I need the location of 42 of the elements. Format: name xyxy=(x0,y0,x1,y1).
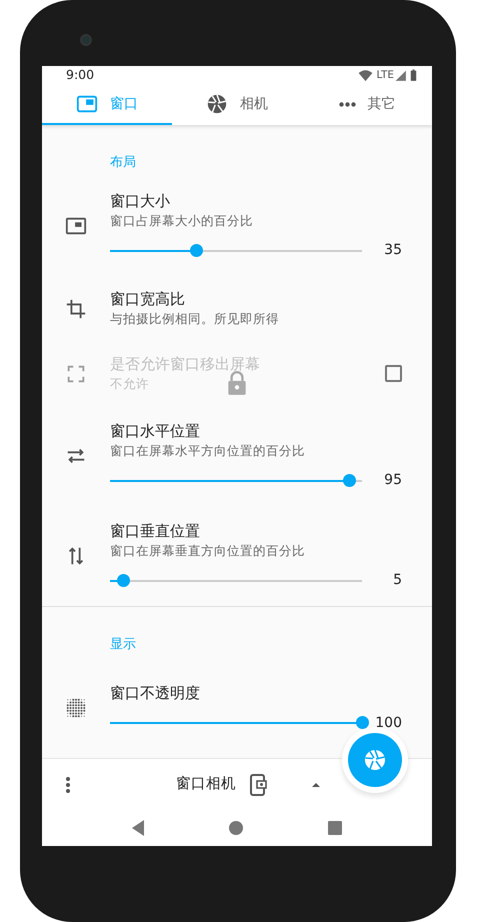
caret-up-icon[interactable] xyxy=(312,782,320,787)
slider-thumb[interactable] xyxy=(356,716,369,730)
slider-value: 95 xyxy=(383,471,402,490)
slider-value: 100 xyxy=(374,714,402,733)
more-vert-icon[interactable] xyxy=(66,776,70,793)
slider-thumb[interactable] xyxy=(116,574,130,587)
section-header: 显示 xyxy=(110,637,136,652)
camera-lens-icon xyxy=(80,34,92,46)
slider-thumb[interactable] xyxy=(343,474,356,487)
tab[interactable]: 相机 xyxy=(172,85,302,126)
setting-description: 与拍摄比例相同。所见即所得 xyxy=(110,310,280,328)
tab[interactable]: 其它 xyxy=(302,85,432,126)
wifi-icon xyxy=(358,68,373,84)
aperture-icon xyxy=(206,93,228,116)
setting-title: 窗口宽高比 xyxy=(110,289,186,310)
dot-grid-icon xyxy=(65,697,87,720)
home-icon[interactable] xyxy=(228,821,243,836)
slider-thumb[interactable] xyxy=(190,244,203,257)
more-icon xyxy=(338,102,356,107)
setting-title: 窗口水平位置 xyxy=(110,421,201,442)
slider-value: 35 xyxy=(383,241,402,260)
signal-icon xyxy=(394,69,407,82)
setting-title: 窗口大小 xyxy=(110,191,171,212)
setting-description: 窗口占屏幕大小的百分比 xyxy=(110,212,254,230)
crop-icon xyxy=(65,298,87,320)
app-title: 窗口相机 xyxy=(176,774,236,794)
capture-button[interactable] xyxy=(348,733,402,788)
setting-description: 不允许 xyxy=(110,375,150,394)
setting-title: 窗口垂直位置 xyxy=(110,521,201,542)
status-time: 9:00 xyxy=(66,66,94,84)
setting-description: 窗口在屏幕水平方向位置的百分比 xyxy=(110,442,306,460)
setting-description: 窗口在屏幕垂直方向位置的百分比 xyxy=(110,542,306,560)
back-icon[interactable] xyxy=(132,820,144,836)
setting-title: 是否允许窗口移出屏幕 xyxy=(110,354,261,374)
slider-value: 5 xyxy=(392,571,402,590)
setting-title: 窗口不透明度 xyxy=(110,682,201,703)
network-type: LTE xyxy=(376,68,394,83)
aperture-icon xyxy=(365,750,385,770)
section-header: 布局 xyxy=(110,155,136,170)
window-icon xyxy=(65,215,87,238)
window-icon xyxy=(76,93,98,116)
recents-icon[interactable] xyxy=(328,821,342,836)
